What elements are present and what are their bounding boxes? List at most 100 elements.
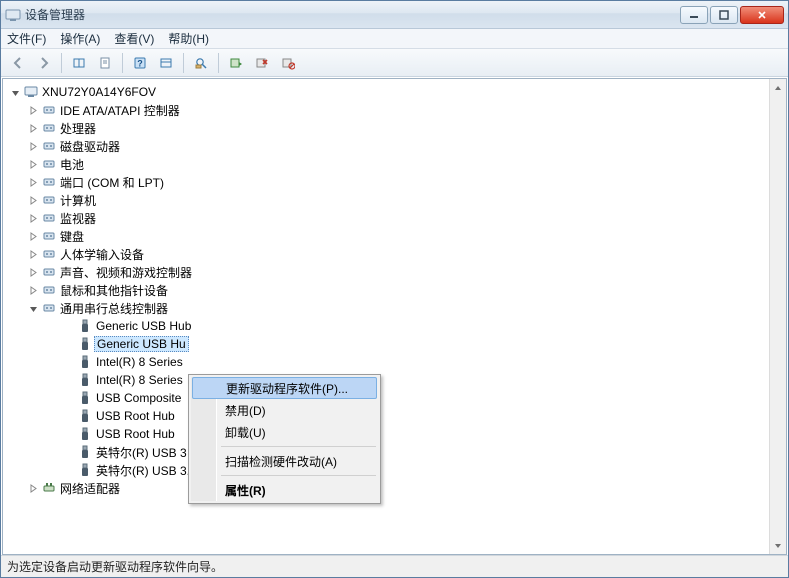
context-menu: 更新驱动程序软件(P)... 禁用(D) 卸载(U) 扫描检测硬件改动(A) 属… (188, 374, 381, 504)
tree-category[interactable]: 磁盘驱动器 (3, 137, 769, 155)
tree-item[interactable]: USB Composite (3, 389, 769, 407)
tree-category-label: 磁盘驱动器 (60, 138, 120, 155)
expander-closed-icon[interactable] (27, 230, 39, 242)
tree-category[interactable]: 通用串行总线控制器 (3, 299, 769, 317)
disable-button[interactable] (277, 52, 299, 74)
tree-category-label: IDE ATA/ATAPI 控制器 (60, 102, 180, 119)
back-button[interactable] (7, 52, 29, 74)
context-menu-uninstall[interactable]: 卸载(U) (191, 421, 378, 443)
tree-category-label: 声音、视频和游戏控制器 (60, 264, 192, 281)
tree-item[interactable]: 英特尔(R) USB 3 (3, 443, 769, 461)
tree-category[interactable]: 鼠标和其他指针设备 (3, 281, 769, 299)
device-tree-pane: XNU72Y0A14Y6FOV IDE ATA/ATAPI 控制器处理器磁盘驱动器… (2, 78, 787, 555)
menu-help[interactable]: 帮助(H) (168, 30, 209, 47)
expander-open-icon[interactable] (27, 302, 39, 314)
tree-category[interactable]: 键盘 (3, 227, 769, 245)
expander-closed-icon[interactable] (27, 104, 39, 116)
tree-item-label: Generic USB Hu (94, 336, 189, 352)
tree-category[interactable]: IDE ATA/ATAPI 控制器 (3, 101, 769, 119)
minimize-button[interactable] (680, 6, 708, 24)
tree-category-label: 电池 (60, 156, 84, 173)
expander-none (63, 320, 75, 332)
device-tree[interactable]: XNU72Y0A14Y6FOV IDE ATA/ATAPI 控制器处理器磁盘驱动器… (3, 79, 769, 554)
window-controls (680, 6, 784, 24)
expander-closed-icon[interactable] (27, 284, 39, 296)
expander-closed-icon[interactable] (27, 248, 39, 260)
tree-root[interactable]: XNU72Y0A14Y6FOV (3, 83, 769, 101)
expander-open-icon[interactable] (9, 86, 21, 98)
close-button[interactable] (740, 6, 784, 24)
tree-category[interactable]: 声音、视频和游戏控制器 (3, 263, 769, 281)
tree-category[interactable]: 计算机 (3, 191, 769, 209)
vertical-scrollbar[interactable] (769, 79, 786, 554)
context-menu-disable[interactable]: 禁用(D) (191, 399, 378, 421)
device-category-icon (41, 174, 57, 190)
help-button[interactable]: ? (129, 52, 151, 74)
tree-category[interactable]: 处理器 (3, 119, 769, 137)
tree-category[interactable]: 人体学输入设备 (3, 245, 769, 263)
context-menu-properties[interactable]: 属性(R) (191, 479, 378, 501)
tree-item[interactable]: Intel(R) 8 Series (3, 353, 769, 371)
title-bar: 设备管理器 (1, 1, 788, 29)
tree-item[interactable]: Generic USB Hub (3, 317, 769, 335)
forward-button[interactable] (33, 52, 55, 74)
toolbar-separator (122, 53, 123, 73)
tree-item[interactable]: 英特尔(R) USB 3.0 可扩展主机控制器 (3, 461, 769, 479)
menu-view[interactable]: 查看(V) (114, 30, 154, 47)
expander-closed-icon[interactable] (27, 158, 39, 170)
expander-closed-icon[interactable] (27, 212, 39, 224)
tree-category-label: 处理器 (60, 120, 96, 137)
scroll-up-arrow[interactable] (770, 79, 786, 96)
app-icon (5, 7, 21, 23)
tree-category-label: 端口 (COM 和 LPT) (60, 174, 164, 191)
usb-device-icon (77, 372, 93, 388)
tree-item[interactable]: USB Root Hub (3, 407, 769, 425)
update-driver-button[interactable] (225, 52, 247, 74)
tree-category[interactable]: 网络适配器 (3, 479, 769, 497)
context-menu-update-driver[interactable]: 更新驱动程序软件(P)... (192, 377, 377, 399)
uninstall-button[interactable] (251, 52, 273, 74)
properties-button[interactable] (94, 52, 116, 74)
usb-device-icon (77, 390, 93, 406)
device-category-icon (41, 138, 57, 154)
tree-item[interactable]: Generic USB Hu (3, 335, 769, 353)
status-bar: 为选定设备启动更新驱动程序软件向导。 (1, 555, 788, 577)
computer-icon (23, 84, 39, 100)
context-menu-scan[interactable]: 扫描检测硬件改动(A) (191, 450, 378, 472)
expander-none (63, 338, 75, 350)
device-category-icon (41, 102, 57, 118)
tree-item-label: Intel(R) 8 Series (96, 355, 183, 369)
device-category-icon (41, 246, 57, 262)
tree-category-label: 鼠标和其他指针设备 (60, 282, 168, 299)
device-category-icon (41, 192, 57, 208)
expander-none (63, 446, 75, 458)
scroll-down-arrow[interactable] (770, 537, 786, 554)
context-menu-separator (221, 475, 376, 476)
expander-closed-icon[interactable] (27, 194, 39, 206)
scan-hardware-button[interactable] (190, 52, 212, 74)
menu-file[interactable]: 文件(F) (7, 30, 46, 47)
tree-item-label: Generic USB Hub (96, 319, 191, 333)
expander-closed-icon[interactable] (27, 122, 39, 134)
expander-closed-icon[interactable] (27, 140, 39, 152)
expander-closed-icon[interactable] (27, 176, 39, 188)
maximize-button[interactable] (710, 6, 738, 24)
menu-action[interactable]: 操作(A) (60, 30, 100, 47)
toolbar-separator (61, 53, 62, 73)
device-category-icon (41, 156, 57, 172)
expander-closed-icon[interactable] (27, 266, 39, 278)
tree-category[interactable]: 电池 (3, 155, 769, 173)
tree-category[interactable]: 端口 (COM 和 LPT) (3, 173, 769, 191)
expander-closed-icon[interactable] (27, 482, 39, 494)
tree-category[interactable]: 监视器 (3, 209, 769, 227)
context-menu-separator (221, 446, 376, 447)
tree-root-label: XNU72Y0A14Y6FOV (42, 85, 156, 99)
tree-category-label: 键盘 (60, 228, 84, 245)
tree-category-label: 监视器 (60, 210, 96, 227)
tree-category-label: 人体学输入设备 (60, 246, 144, 263)
show-hide-console-button[interactable] (68, 52, 90, 74)
tree-category-label: 计算机 (60, 192, 96, 209)
action-button[interactable] (155, 52, 177, 74)
tree-item[interactable]: USB Root Hub (3, 425, 769, 443)
tree-item[interactable]: Intel(R) 8 Series (3, 371, 769, 389)
